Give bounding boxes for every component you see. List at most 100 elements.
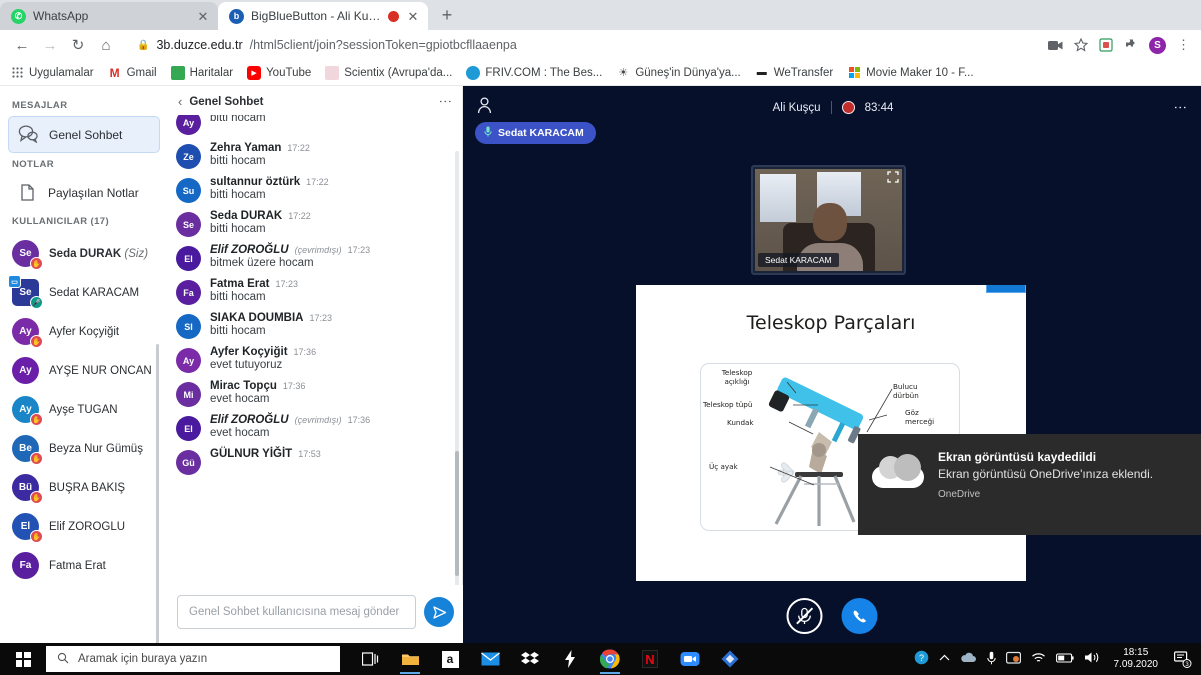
close-icon[interactable]: ✕: [406, 10, 420, 23]
list-item[interactable]: Be ✋ Beyza Nur Gümüş: [0, 429, 168, 468]
start-button[interactable]: [0, 643, 46, 675]
microphone-tray-icon[interactable]: [987, 651, 996, 668]
three-dot-menu-icon[interactable]: ⋮: [1177, 37, 1190, 53]
microphone-icon: 🎤: [30, 296, 43, 309]
show-hidden-icons-icon[interactable]: [939, 653, 950, 665]
leave-audio-button[interactable]: [842, 598, 878, 634]
bookmark-moviemaker[interactable]: Movie Maker 10 - F...: [847, 66, 973, 80]
netflix-icon[interactable]: N: [632, 643, 668, 675]
chrome-icon[interactable]: [592, 643, 628, 675]
message-time: 17:22: [287, 143, 310, 153]
user-name: Sedat KARACAM: [49, 287, 139, 299]
star-icon[interactable]: [1074, 38, 1088, 52]
reload-button[interactable]: ↻: [65, 32, 91, 58]
puzzle-icon[interactable]: [1124, 38, 1138, 52]
battery-icon[interactable]: [1056, 653, 1074, 666]
taskbar-search-input[interactable]: Aramak için buraya yazın: [46, 646, 340, 672]
chevron-left-icon[interactable]: ‹: [178, 94, 182, 109]
chat-input[interactable]: Genel Sohbet kullanıcısına mesaj gönder: [177, 595, 416, 629]
webcam-tile[interactable]: Sedat KARACAM: [751, 165, 906, 275]
avatar: Se ▭ 🎤: [12, 279, 39, 306]
list-item[interactable]: Fa Fatma Erat: [0, 546, 168, 585]
presentation-slide[interactable]: Teleskop Parçaları: [636, 285, 1026, 581]
profile-avatar[interactable]: S: [1149, 37, 1166, 54]
fullscreen-icon[interactable]: [887, 171, 899, 186]
dropbox-icon[interactable]: [512, 643, 548, 675]
sidebar: MESAJLAR Genel Sohbet NOTLAR Paylaşılan …: [0, 86, 168, 643]
volume-icon[interactable]: [1084, 651, 1100, 667]
person-icon[interactable]: [477, 97, 492, 118]
bookmark-maps[interactable]: Haritalar: [171, 66, 233, 80]
camera-icon[interactable]: [1048, 40, 1063, 51]
mute-button[interactable]: [787, 598, 823, 634]
list-item[interactable]: Ay ✋ Ayfer Koçyiğit: [0, 312, 168, 351]
tab-title: BigBlueButton - Ali Kuşçu: [251, 9, 381, 23]
sidebar-item-public-chat[interactable]: Genel Sohbet: [8, 116, 160, 153]
bookmark-friv[interactable]: FRIV.COM : The Bes...: [466, 66, 602, 80]
avatar: Mi: [176, 382, 201, 407]
task-view-icon[interactable]: [352, 643, 388, 675]
screenshot-tray-icon[interactable]: [1006, 651, 1021, 667]
webcam-label: Sedat KARACAM: [758, 253, 839, 267]
mail-icon[interactable]: [472, 643, 508, 675]
file-explorer-icon[interactable]: [392, 643, 428, 675]
back-button[interactable]: ←: [9, 32, 35, 58]
zoom-icon[interactable]: [672, 643, 708, 675]
new-tab-button[interactable]: +: [435, 5, 459, 26]
close-icon[interactable]: ✕: [196, 10, 210, 23]
chat-scrollbar[interactable]: [455, 151, 459, 643]
bookmark-gunes[interactable]: ☀ Güneş'in Dünya'ya...: [616, 66, 740, 80]
message-author: Fatma Erat: [210, 278, 269, 290]
minimize-icon[interactable]: [986, 285, 1026, 293]
bookmark-gmail[interactable]: M Gmail: [108, 66, 157, 80]
microphone-icon: [484, 126, 492, 140]
url-host: 3b.duzce.edu.tr: [156, 38, 242, 52]
scientix-icon: [325, 66, 339, 80]
list-item[interactable]: El ✋ Elif ZOROĞLU: [0, 507, 168, 546]
help-icon[interactable]: ?: [914, 650, 929, 668]
diagram-label: Gözmerceği: [905, 408, 934, 426]
user-name: Beyza Nur Gümüş: [49, 443, 143, 455]
action-center-icon[interactable]: 3: [1172, 648, 1194, 670]
bookmark-apps[interactable]: Uygulamalar: [10, 66, 94, 80]
list-item[interactable]: Bü ✋ BÜŞRA BAKIŞ: [0, 468, 168, 507]
browser-tab-bigbluebutton[interactable]: b BigBlueButton - Ali Kuşçu ✕: [218, 2, 428, 30]
bookmark-scientix[interactable]: Scientix (Avrupa'da...: [325, 66, 452, 80]
forward-button[interactable]: →: [37, 32, 63, 58]
user-name: Seda DURAK (Siz): [49, 248, 148, 260]
avatar: SI: [176, 314, 201, 339]
list-item[interactable]: Ay AYŞE NUR ÖNCAN: [0, 351, 168, 390]
address-bar[interactable]: 🔒 3b.duzce.edu.tr/html5client/join?sessi…: [127, 34, 1040, 56]
record-icon[interactable]: [842, 101, 855, 114]
browser-tab-whatsapp[interactable]: ✆ WhatsApp ✕: [0, 2, 218, 30]
background-window-left: [760, 174, 796, 222]
three-dot-menu-icon[interactable]: ⋮: [1174, 101, 1187, 114]
chat-message: Se Seda DURAK17:22 bitti hocam: [176, 207, 454, 241]
sidebar-item-shared-notes[interactable]: Paylaşılan Notlar: [8, 175, 160, 210]
bookmark-youtube[interactable]: ▶ YouTube: [247, 66, 311, 80]
sun-icon: ☀: [616, 66, 630, 80]
wifi-icon[interactable]: [1031, 652, 1046, 667]
home-button[interactable]: ⌂: [93, 32, 119, 58]
list-item[interactable]: Se ▭ 🎤 Sedat KARACAM: [0, 273, 168, 312]
bookmark-wetransfer[interactable]: ▬ WeTransfer: [755, 66, 833, 80]
user-list: Se ✋ Seda DURAK (Siz) Se ▭ 🎤 Sedat KARAC…: [0, 232, 168, 585]
lightning-icon[interactable]: [552, 643, 588, 675]
user-list-scrollbar[interactable]: [156, 344, 159, 643]
three-dot-menu-icon[interactable]: ⋮: [439, 95, 452, 108]
message-text: bitti hocam: [210, 291, 454, 303]
message-text: evet hocam: [210, 427, 454, 439]
onedrive-notification-toast[interactable]: Ekran görüntüsü kaydedildi Ekran görüntü…: [858, 434, 1201, 535]
movie-maker-icon: [847, 66, 861, 80]
onedrive-tray-icon[interactable]: [960, 652, 977, 666]
send-button[interactable]: [424, 597, 454, 627]
meeting-timer: 83:44: [865, 102, 894, 114]
amazon-icon[interactable]: a: [432, 643, 468, 675]
avatar: Be ✋: [12, 435, 39, 462]
taskbar-clock[interactable]: 18:15 7.09.2020: [1110, 647, 1163, 672]
list-item[interactable]: Ay ✋ Ayşe TUGAN: [0, 390, 168, 429]
diamond-app-icon[interactable]: [712, 643, 748, 675]
list-item[interactable]: Se ✋ Seda DURAK (Siz): [0, 234, 168, 273]
bookmark-label: Uygulamalar: [29, 67, 94, 79]
extension-icon[interactable]: [1099, 38, 1113, 52]
